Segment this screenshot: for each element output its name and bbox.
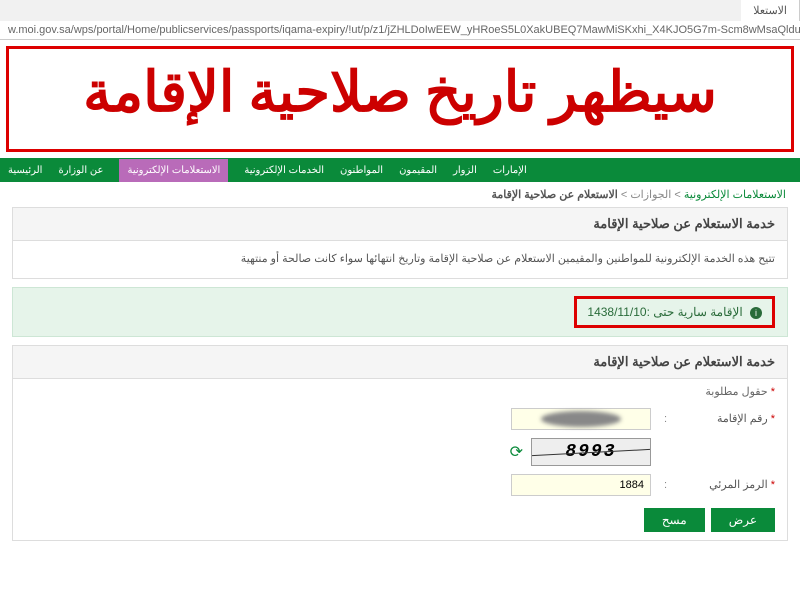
- service-title: خدمة الاستعلام عن صلاحية الإقامة: [13, 208, 787, 241]
- iqama-number-input[interactable]: [511, 408, 651, 430]
- breadcrumb-root[interactable]: الاستعلامات الإلكترونية: [684, 189, 786, 201]
- browser-chrome: الاستعلا w.moi.gov.sa/wps/portal/Home/pu…: [0, 0, 800, 40]
- captcha-code-input[interactable]: [511, 474, 651, 496]
- iqama-number-label: * رقم الإقامة: [675, 412, 775, 425]
- nav-item[interactable]: الإمارات: [493, 165, 527, 176]
- required-fields-note: * حقول مطلوبة: [13, 379, 787, 404]
- submit-button[interactable]: عرض: [711, 508, 775, 532]
- annotation-text: سيظهر تاريخ صلاحية الإقامة: [19, 65, 781, 121]
- captcha-image: 8993: [531, 438, 651, 466]
- captcha-code-label: * الرمز المرئي: [675, 478, 775, 491]
- nav-item[interactable]: المقيمون: [399, 165, 437, 176]
- nav-item[interactable]: عن الوزارة: [58, 165, 103, 176]
- form-title: خدمة الاستعلام عن صلاحية الإقامة: [13, 346, 787, 379]
- result-highlight: i الإقامة سارية حتى :1438/11/10: [574, 296, 775, 328]
- service-info-box: خدمة الاستعلام عن صلاحية الإقامة تتيح هذ…: [12, 207, 788, 279]
- nav-item[interactable]: الخدمات الإلكترونية: [244, 165, 324, 176]
- breadcrumb: الاستعلامات الإلكترونية > الجوازات > الا…: [0, 182, 800, 207]
- nav-item[interactable]: المواطنون: [340, 165, 383, 176]
- breadcrumb-mid[interactable]: الجوازات: [630, 189, 671, 201]
- query-form: خدمة الاستعلام عن صلاحية الإقامة * حقول …: [12, 345, 788, 541]
- nav-item[interactable]: الرئيسية: [8, 165, 42, 176]
- refresh-captcha-icon[interactable]: ⟳: [510, 442, 523, 462]
- nav-item-active[interactable]: الاستعلامات الإلكترونية: [119, 159, 228, 182]
- info-icon: i: [750, 307, 762, 319]
- annotation-banner: سيظهر تاريخ صلاحية الإقامة: [6, 46, 794, 152]
- browser-tab[interactable]: الاستعلا: [741, 0, 800, 21]
- breadcrumb-current: الاستعلام عن صلاحية الإقامة: [491, 189, 617, 201]
- nav-item[interactable]: الزوار: [453, 165, 477, 176]
- result-text: الإقامة سارية حتى :1438/11/10: [587, 305, 742, 319]
- result-alert: i الإقامة سارية حتى :1438/11/10: [12, 287, 788, 337]
- url-bar[interactable]: w.moi.gov.sa/wps/portal/Home/publicservi…: [0, 21, 800, 39]
- redacted-value: [541, 411, 621, 427]
- main-nav: الإمارات الزوار المقيمون المواطنون الخدم…: [0, 158, 800, 182]
- clear-button[interactable]: مسح: [644, 508, 705, 532]
- service-description: تتيح هذه الخدمة الإلكترونية للمواطنين وا…: [13, 241, 787, 278]
